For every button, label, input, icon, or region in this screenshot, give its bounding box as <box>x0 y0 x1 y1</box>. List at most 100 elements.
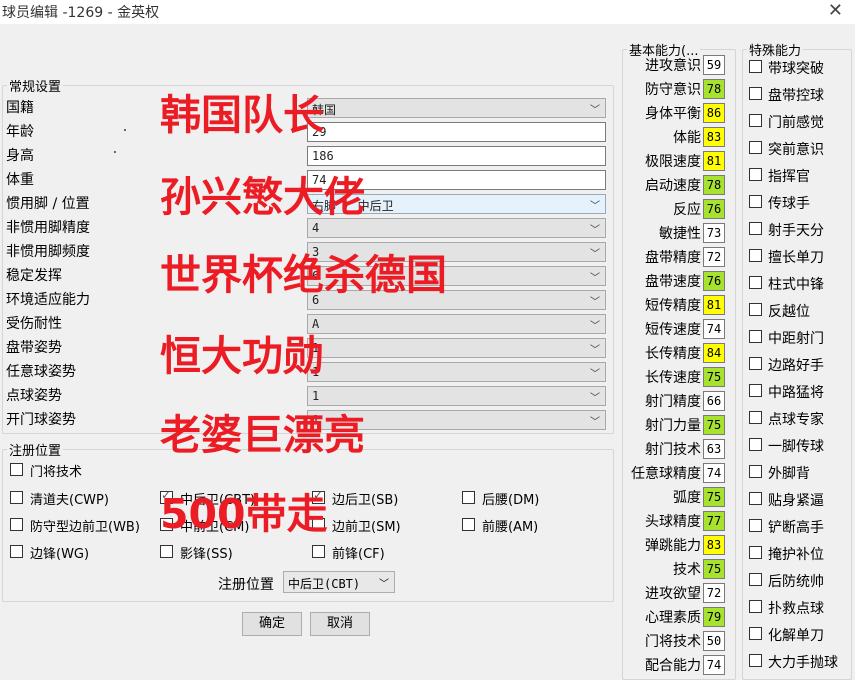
ability-value-input[interactable]: 66 <box>703 391 725 411</box>
special-ability-checkbox[interactable] <box>749 141 762 154</box>
ability-label: 任意球精度 <box>631 466 701 482</box>
ability-value-input[interactable]: 75 <box>703 559 725 579</box>
special-ability-checkbox[interactable] <box>749 87 762 100</box>
ability-value-input[interactable]: 73 <box>703 223 725 243</box>
general-row-label: 盘带姿势 <box>6 340 62 356</box>
general-select[interactable]: 1 ﹀ <box>307 386 606 406</box>
ability-value-input[interactable]: 50 <box>703 631 725 651</box>
ability-value-input[interactable]: 81 <box>703 151 725 171</box>
ability-value-input[interactable]: 84 <box>703 343 725 363</box>
field-value: 4 <box>312 221 320 235</box>
ability-value-input[interactable]: 76 <box>703 271 725 291</box>
ability-value-input[interactable]: 75 <box>703 487 725 507</box>
general-select[interactable]: 1 ﹀ <box>307 362 606 382</box>
ability-value-input[interactable]: 74 <box>703 655 725 675</box>
ability-value-input[interactable]: 83 <box>703 535 725 555</box>
ability-value-input[interactable]: 59 <box>703 55 725 75</box>
special-ability-checkbox[interactable] <box>749 600 762 613</box>
ability-value-input[interactable]: 83 <box>703 127 725 147</box>
special-ability-checkbox[interactable] <box>749 492 762 505</box>
position-checkbox[interactable] <box>10 491 23 504</box>
general-row-label: 非惯用脚精度 <box>6 220 90 236</box>
title-bar: 球员编辑 -1269 - 金英权 ✕ <box>0 0 855 24</box>
position-checkbox[interactable] <box>312 545 325 558</box>
overlay-caption: 孙兴慜大佬 <box>160 173 365 221</box>
special-ability-label: 带球突破 <box>768 61 824 77</box>
position-checkbox-label: 边前卫(SM) <box>332 520 401 535</box>
registered-position-select[interactable]: 中后卫(CBT) ﹀ <box>283 571 395 593</box>
special-ability-checkbox[interactable] <box>749 168 762 181</box>
position-checkbox[interactable] <box>10 463 23 476</box>
special-ability-label: 传球手 <box>768 196 810 212</box>
general-row-label: 体重 <box>6 172 34 188</box>
ability-value-input[interactable]: 74 <box>703 463 725 483</box>
special-ability-checkbox[interactable] <box>749 303 762 316</box>
ability-value-input[interactable]: 74 <box>703 319 725 339</box>
special-ability-label: 一脚传球 <box>768 439 824 455</box>
position-checkbox[interactable] <box>462 518 475 531</box>
special-ability-label: 外脚背 <box>768 466 810 482</box>
ability-label: 头球精度 <box>645 514 701 530</box>
general-select[interactable]: 1 ﹀ <box>307 338 606 358</box>
position-checkbox-label: 后腰(DM) <box>482 493 540 508</box>
general-select[interactable]: 韩国 ﹀ <box>307 98 606 118</box>
general-select[interactable]: A ﹀ <box>307 314 606 334</box>
ability-label: 身体平衡 <box>645 106 701 122</box>
ability-label: 盘带精度 <box>645 250 701 266</box>
ability-value-input[interactable]: 76 <box>703 199 725 219</box>
ability-value-input[interactable]: 75 <box>703 415 725 435</box>
special-ability-checkbox[interactable] <box>749 195 762 208</box>
special-ability-checkbox[interactable] <box>749 438 762 451</box>
close-icon[interactable]: ✕ <box>828 0 843 21</box>
position-checkbox-label: 前腰(AM) <box>482 520 539 535</box>
position-checkbox[interactable] <box>10 545 23 558</box>
ability-value-input[interactable]: 77 <box>703 511 725 531</box>
overlay-caption: 恒大功勋 <box>160 332 324 380</box>
position-checkbox[interactable] <box>10 518 23 531</box>
special-ability-checkbox[interactable] <box>749 519 762 532</box>
special-ability-checkbox[interactable] <box>749 627 762 640</box>
special-ability-checkbox[interactable] <box>749 330 762 343</box>
ability-value-input[interactable]: 86 <box>703 103 725 123</box>
special-ability-checkbox[interactable] <box>749 276 762 289</box>
ability-label: 长传精度 <box>645 346 701 362</box>
special-ability-checkbox[interactable] <box>749 384 762 397</box>
position-checkbox[interactable] <box>160 545 173 558</box>
ability-value-input[interactable]: 79 <box>703 607 725 627</box>
cancel-button[interactable]: 取消 <box>310 612 370 636</box>
special-ability-checkbox[interactable] <box>749 411 762 424</box>
general-select[interactable]: 4 ﹀ <box>307 218 606 238</box>
special-ability-label: 指挥官 <box>768 169 810 185</box>
position-checkbox[interactable] <box>462 491 475 504</box>
general-row-label: 非惯用脚频度 <box>6 244 90 260</box>
special-ability-checkbox[interactable] <box>749 465 762 478</box>
special-ability-label: 贴身紧逼 <box>768 493 824 509</box>
ability-value-input[interactable]: 78 <box>703 79 725 99</box>
special-ability-checkbox[interactable] <box>749 573 762 586</box>
ok-button[interactable]: 确定 <box>242 612 302 636</box>
overlay-caption: 500带走 <box>160 490 328 538</box>
special-ability-checkbox[interactable] <box>749 546 762 559</box>
special-ability-checkbox[interactable] <box>749 249 762 262</box>
special-ability-label: 掩护补位 <box>768 547 824 563</box>
ability-value-input[interactable]: 72 <box>703 247 725 267</box>
ability-value-input[interactable]: 75 <box>703 367 725 387</box>
general-text-input[interactable]: 186 <box>307 146 606 166</box>
ability-label: 防守意识 <box>645 82 701 98</box>
special-ability-label: 门前感觉 <box>768 115 824 131</box>
special-ability-checkbox[interactable] <box>749 60 762 73</box>
special-ability-checkbox[interactable] <box>749 654 762 667</box>
general-row-label: 稳定发挥 <box>6 268 62 284</box>
general-row-label: 国籍 <box>6 100 34 116</box>
general-text-input[interactable]: 29 <box>307 122 606 142</box>
ability-value-input[interactable]: 72 <box>703 583 725 603</box>
ability-value-input[interactable]: 81 <box>703 295 725 315</box>
special-ability-checkbox[interactable] <box>749 114 762 127</box>
special-ability-checkbox[interactable] <box>749 222 762 235</box>
ability-value-input[interactable]: 63 <box>703 439 725 459</box>
chevron-down-icon: ﹀ <box>590 345 600 356</box>
special-ability-checkbox[interactable] <box>749 357 762 370</box>
special-ability-label: 盘带控球 <box>768 88 824 104</box>
ability-value-input[interactable]: 78 <box>703 175 725 195</box>
general-row-label: 身高 <box>6 148 34 164</box>
